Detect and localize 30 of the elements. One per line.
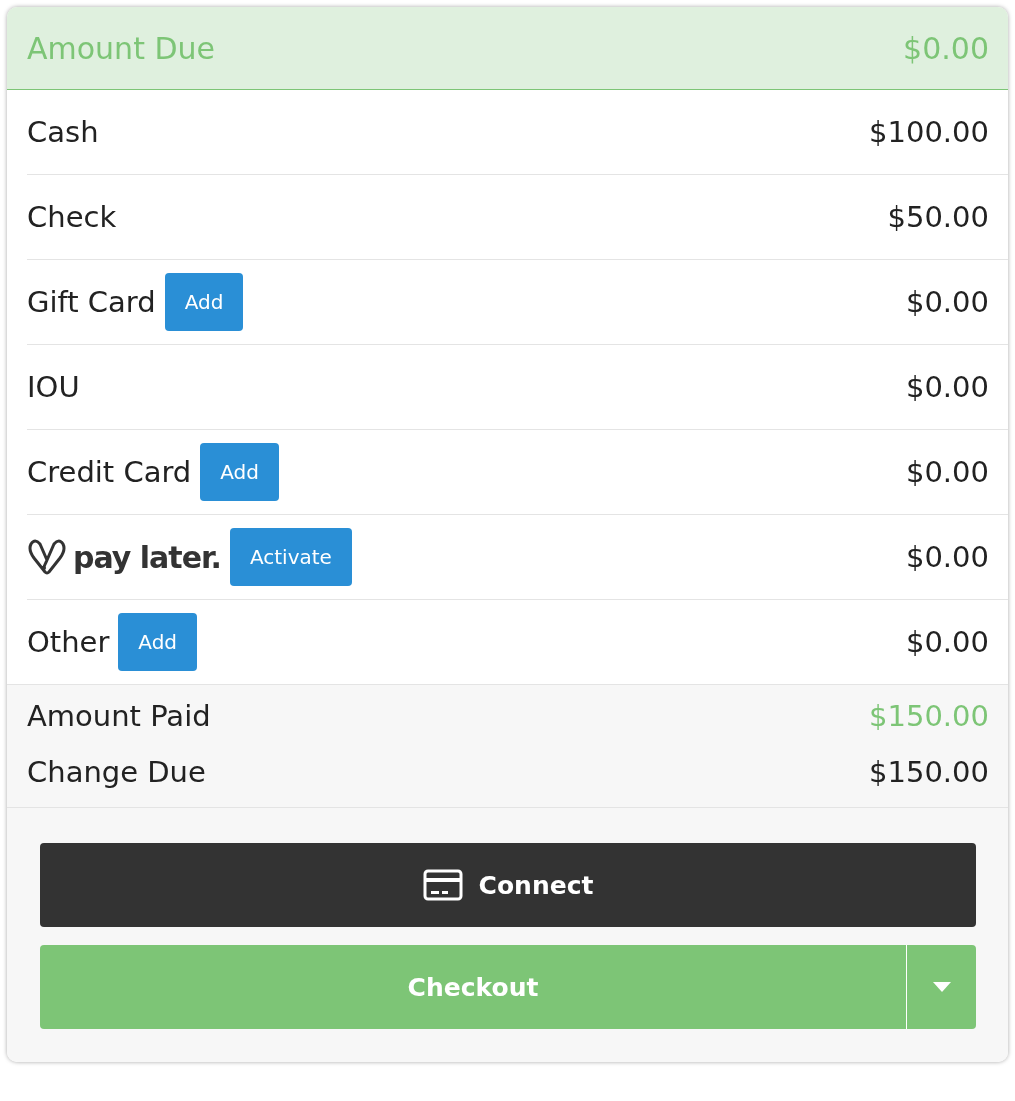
caret-icon [932,982,951,992]
payment-amount: $50.00 [887,200,989,234]
summary-label: Change Due [27,755,206,789]
amount-due-value: $0.00 [903,30,989,66]
card-icon [422,869,463,901]
payment-label: Other [27,625,110,659]
brand-name: pay later. [73,539,221,575]
payment-label: IOU [27,370,80,404]
payment-amount: $0.00 [905,540,989,574]
summary-amount: $150.00 [869,755,989,789]
payment-amount: $0.00 [905,455,989,489]
amount-due-label: Amount Due [27,30,215,66]
add-button[interactable]: Add [164,273,244,331]
payment-amount: $0.00 [905,370,989,404]
dropdown-button[interactable] [906,945,976,1029]
payment-label: Cash [27,115,99,149]
checkout-button[interactable]: Checkout [40,945,906,1029]
connect-button[interactable]: Connect [40,843,976,927]
summary-label: Amount Paid [27,699,211,733]
payment-amount: $0.00 [905,285,989,319]
heart-icon [27,538,67,576]
activate-button[interactable]: Activate [229,528,352,586]
summary-amount: $150.00 [869,699,989,733]
payment-amount: $100.00 [869,115,989,149]
payment-label: Gift Card [27,285,156,319]
add-button[interactable]: Add [118,613,198,671]
payment-label: Check [27,200,117,234]
payment-amount: $0.00 [905,625,989,659]
add-button[interactable]: Add [200,443,279,501]
payment-label: Credit Card [27,455,192,489]
